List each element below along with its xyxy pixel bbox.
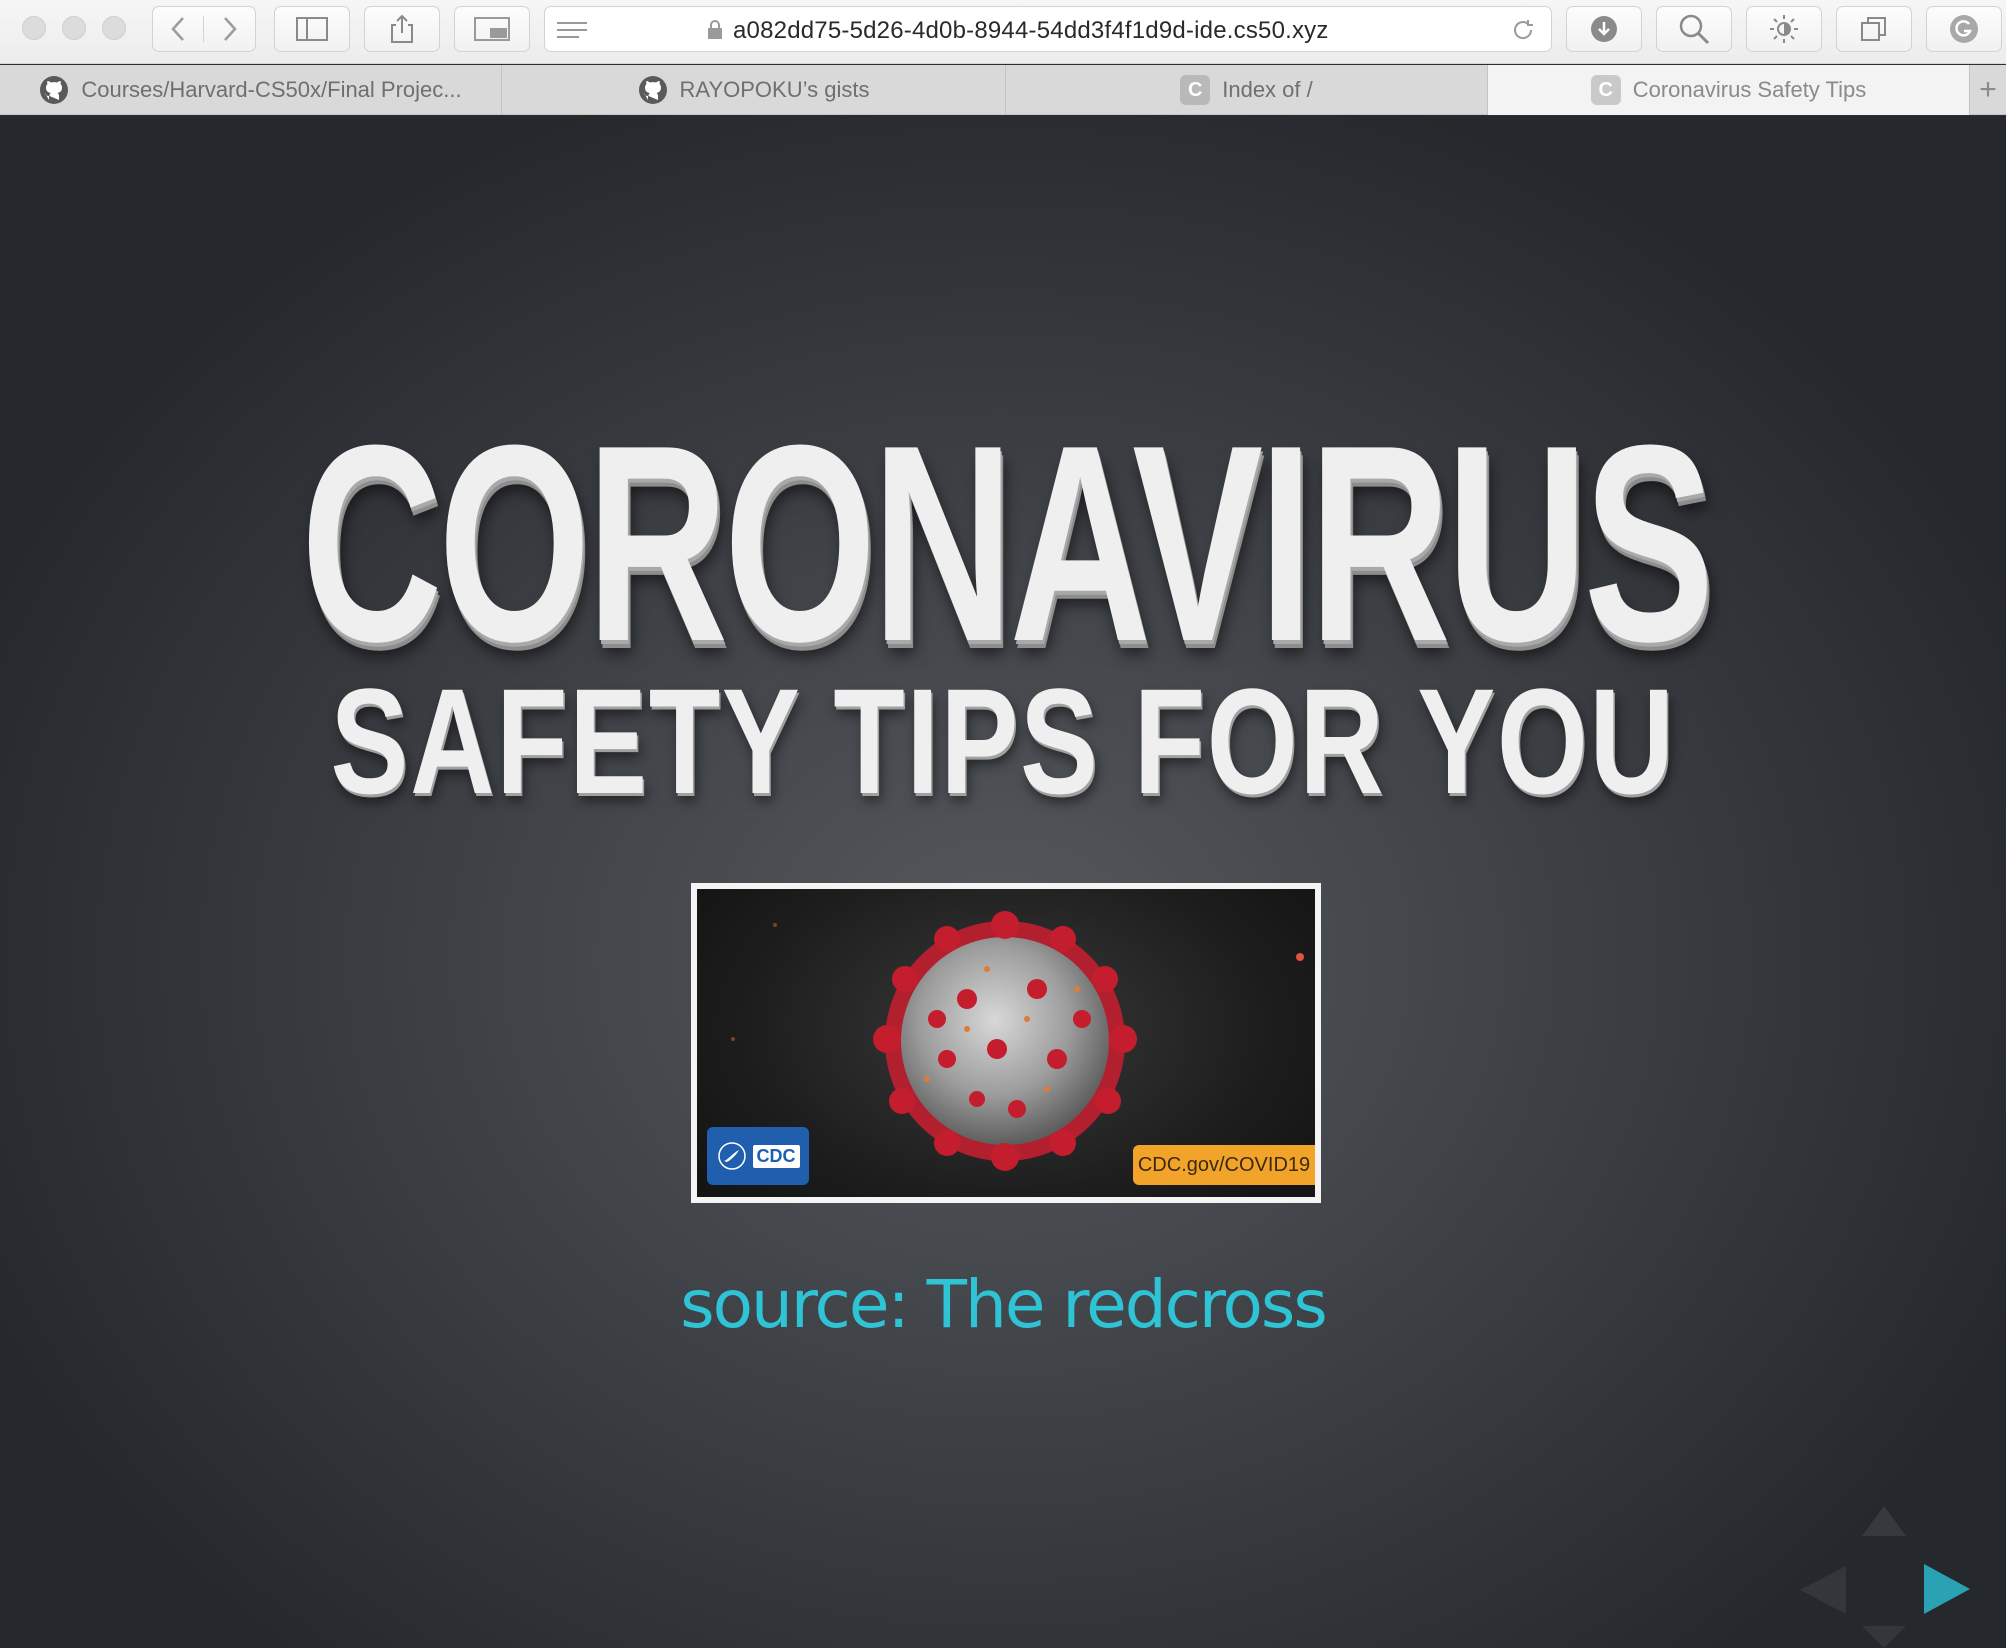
cdc-url-badge: CDC.gov/COVID19 (1133, 1145, 1315, 1185)
github-icon (638, 76, 667, 104)
address-bar[interactable]: a082dd75-5d26-4d0b-8944-54dd3f4f1d9d-ide… (544, 6, 1552, 52)
github-icon (40, 76, 69, 104)
slide-headline: CORONAVIRUS (300, 388, 1715, 700)
tab-label: Coronavirus Safety Tips (1632, 77, 1867, 102)
picture-in-picture-icon (474, 17, 510, 41)
back-forward-group (152, 6, 256, 52)
minimize-window-button[interactable] (62, 16, 86, 40)
hhs-eagle-icon (717, 1142, 746, 1170)
presentation-slide: CORONAVIRUS SAFETY TIPS FOR YOU CDC CDC.… (0, 116, 2006, 1648)
cdc-logo: CDC (707, 1127, 809, 1185)
picture-in-picture-button[interactable] (454, 6, 530, 52)
download-icon (1591, 16, 1617, 42)
address-text: a082dd75-5d26-4d0b-8944-54dd3f4f1d9d-ide… (733, 17, 1329, 44)
browser-toolbar: a082dd75-5d26-4d0b-8944-54dd3f4f1d9d-ide… (0, 0, 2006, 64)
virus-image: CDC CDC.gov/COVID19 (691, 883, 1321, 1203)
brightness-icon (1770, 15, 1798, 43)
grammarly-icon (1950, 15, 1978, 43)
nav-down-icon[interactable] (1862, 1626, 1906, 1648)
sidebar-button[interactable] (274, 6, 350, 52)
nav-right-icon[interactable] (1924, 1564, 1970, 1614)
downloads-button[interactable] (1566, 6, 1642, 52)
tab-github-final-project[interactable]: Courses/Harvard-CS50x/Final Projec... (0, 65, 502, 115)
share-button[interactable] (364, 6, 440, 52)
tab-index[interactable]: C Index of / (1006, 65, 1488, 115)
lock-icon (708, 20, 722, 39)
tab-overview-icon (1861, 17, 1886, 41)
c-icon: C (1180, 75, 1211, 105)
reload-icon[interactable] (1511, 18, 1535, 42)
tab-github-gists[interactable]: RAYOPOKU’s gists (502, 65, 1006, 115)
tab-label: Courses/Harvard-CS50x/Final Projec... (81, 77, 462, 102)
source-caption: source: The redcross (680, 1266, 1327, 1343)
share-icon (391, 14, 413, 43)
sidebar-icon (296, 17, 328, 41)
tab-coronavirus-safety-tips[interactable]: C Coronavirus Safety Tips (1488, 65, 1970, 115)
forward-icon[interactable] (204, 16, 255, 42)
tab-label: RAYOPOKU’s gists (679, 77, 870, 102)
nav-up-icon[interactable] (1862, 1506, 1906, 1536)
new-tab-button[interactable]: + (1970, 65, 2006, 115)
search-icon (1679, 14, 1710, 45)
back-icon[interactable] (153, 16, 205, 42)
slide-subheadline: SAFETY TIPS FOR YOU (330, 657, 1676, 825)
nav-left-icon[interactable] (1800, 1566, 1846, 1614)
c-icon: C (1590, 75, 1621, 105)
grammarly-button[interactable] (1926, 6, 2002, 52)
zoom-window-button[interactable] (102, 16, 126, 40)
brightness-button[interactable] (1746, 6, 1822, 52)
search-button[interactable] (1656, 6, 1732, 52)
tab-overview-button[interactable] (1836, 6, 1912, 52)
close-window-button[interactable] (22, 16, 46, 40)
tab-label: Index of / (1222, 77, 1313, 102)
reader-icon[interactable] (557, 21, 587, 39)
tab-bar: Courses/Harvard-CS50x/Final Projec... RA… (0, 65, 2006, 115)
cdc-badge-text: CDC (752, 1144, 800, 1168)
